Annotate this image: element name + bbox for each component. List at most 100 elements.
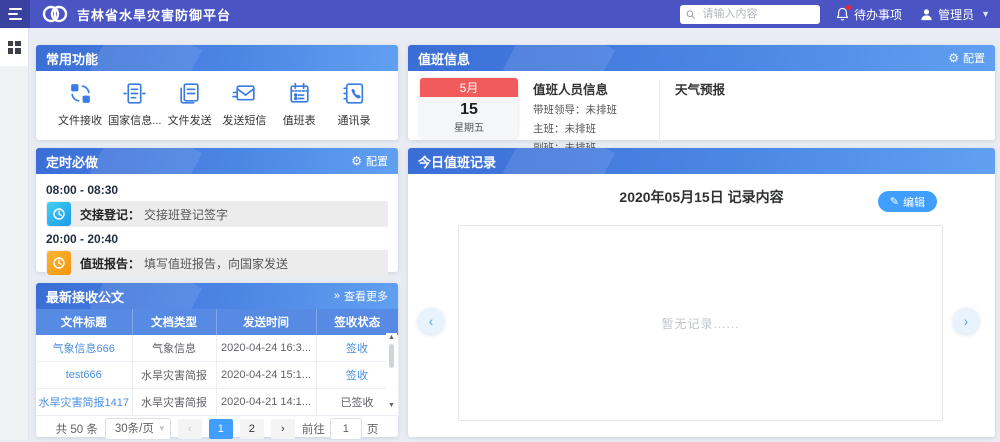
panel-title: 常用功能 (46, 49, 98, 68)
scheduled-tasks-panel: 定时必做 ⚙ 配置 08:00 - 08:30 交接登记： 交接班登记签字 20… (36, 148, 398, 272)
file-receive-icon (67, 80, 94, 107)
func-label: 值班表 (283, 112, 316, 128)
table-row: 气象信息666 气象信息 2020-04-24 16:3... 签收 (36, 335, 398, 362)
doc-time-cell: 2020-04-21 14:1... (216, 389, 316, 416)
doc-time-cell: 2020-04-24 16:3... (216, 335, 316, 362)
today-record-header: 今日值班记录 (408, 148, 995, 174)
func-send-sms[interactable]: 发送短信 (218, 80, 270, 128)
func-label: 通讯录 (337, 112, 370, 128)
func-national-info[interactable]: 国家信息... (109, 80, 161, 128)
doc-title-link[interactable]: 气象信息666 (53, 343, 115, 355)
user-icon (920, 8, 933, 21)
pagination-bar: 共 50 条 30条/页 ▼ ‹ 1 2 › 前往 页 (36, 416, 398, 442)
task-item-report[interactable]: 值班报告： 填写值班报告，向国家发送 (46, 250, 388, 276)
prev-page-button[interactable]: ‹ (178, 419, 202, 439)
duty-date-card: 5月 15 星期五 (420, 78, 518, 138)
top-navigation-bar: 吉林省水旱灾害防御平台 待办事项 管理员 ▼ (0, 0, 1000, 28)
empty-record-text: 暂无记录...... (661, 315, 739, 332)
report-clock-icon (47, 251, 71, 275)
user-menu[interactable]: 管理员 ▼ (920, 6, 990, 23)
duty-config-button[interactable]: ⚙ 配置 (948, 50, 985, 66)
documents-table: 文件标题 文档类型 发送时间 签收状态 气象信息666 气象信息 2020-04… (36, 309, 399, 416)
calendar-month: 5月 (420, 78, 518, 97)
personnel-line: 主班：未排班 (533, 121, 651, 136)
pencil-icon: ✎ (890, 195, 899, 208)
scheduled-tasks-header: 定时必做 ⚙ 配置 (36, 148, 398, 174)
table-scrollbar[interactable]: ▲ ▼ (386, 333, 397, 411)
goto-label: 前往 (302, 421, 325, 437)
vertical-divider (659, 80, 660, 151)
prev-day-button[interactable]: ‹ (418, 308, 444, 334)
record-content-box: 暂无记录...... (458, 225, 943, 421)
notification-dot (846, 5, 851, 10)
next-page-button[interactable]: › (271, 419, 295, 439)
page-button-2[interactable]: 2 (240, 419, 264, 439)
send-sms-icon (231, 80, 258, 107)
edit-record-button[interactable]: ✎ 编辑 (878, 191, 937, 212)
global-search[interactable] (680, 5, 820, 24)
col-file-title: 文件标题 (36, 309, 132, 335)
personnel-line: 带班领导：未排班 (533, 102, 651, 117)
file-send-icon (176, 80, 203, 107)
weather-title: 天气预报 (675, 79, 725, 98)
scroll-up-icon[interactable]: ▲ (388, 333, 395, 343)
duty-info-header: 值班信息 ⚙ 配置 (408, 45, 995, 71)
doc-title-link[interactable]: test666 (66, 369, 102, 381)
tasks-config-button[interactable]: ⚙ 配置 (351, 153, 388, 169)
sign-action-link[interactable]: 签收 (346, 343, 368, 355)
doc-type-cell: 水旱灾害简报 (132, 362, 216, 389)
personnel-title: 值班人员信息 (533, 79, 651, 98)
chevron-down-icon: ▼ (981, 9, 990, 19)
func-file-receive[interactable]: 文件接收 (54, 80, 106, 128)
double-chevron-icon: » (334, 290, 340, 302)
page-button-1[interactable]: 1 (209, 419, 233, 439)
left-sidebar (0, 28, 29, 440)
view-more-link[interactable]: » 查看更多 (334, 288, 388, 304)
common-functions-panel: 常用功能 文件接收 国家信息... 文 (36, 45, 398, 140)
func-contacts[interactable]: 通讯录 (328, 80, 380, 128)
contacts-icon (340, 80, 367, 107)
col-doc-type: 文档类型 (132, 309, 216, 335)
gear-icon: ⚙ (351, 155, 362, 167)
doc-title-link[interactable]: 水旱灾害简报1417 (39, 397, 129, 409)
duty-schedule-icon (286, 80, 313, 107)
scrollbar-thumb[interactable] (389, 344, 394, 368)
panel-title: 值班信息 (418, 49, 470, 68)
latest-documents-header: 最新接收公文 » 查看更多 (36, 283, 398, 309)
search-input[interactable] (700, 7, 814, 21)
table-row: test666 水旱灾害简报 2020-04-24 15:1... 签收 (36, 362, 398, 389)
doc-time-cell: 2020-04-24 15:1... (216, 362, 316, 389)
func-label: 发送短信 (222, 112, 266, 128)
page-size-select[interactable]: 30条/页 ▼ (105, 418, 171, 440)
func-label: 文件发送 (168, 112, 212, 128)
todo-items-label: 待办事项 (854, 6, 902, 23)
page-unit-label: 页 (367, 421, 379, 437)
func-duty-schedule[interactable]: 值班表 (273, 80, 325, 128)
panel-title: 定时必做 (46, 152, 98, 171)
table-header-row: 文件标题 文档类型 发送时间 签收状态 (36, 309, 398, 335)
sidebar-dashboard-item[interactable] (0, 28, 28, 66)
task-name: 交接登记： (80, 206, 140, 223)
task-time: 08:00 - 08:30 (46, 183, 388, 197)
col-sign-status: 签收状态 (316, 309, 398, 335)
total-count-label: 共 50 条 (56, 421, 98, 437)
goto-page-input[interactable] (330, 418, 362, 440)
search-icon (686, 9, 695, 20)
handover-clock-icon (47, 202, 71, 226)
menu-toggle-icon[interactable] (0, 0, 30, 28)
table-row: 水旱灾害简报1417 水旱灾害简报 2020-04-21 14:1... 已签收 (36, 389, 398, 416)
today-record-panel: 今日值班记录 2020年05月15日 记录内容 ✎ 编辑 暂无记录...... … (408, 148, 995, 437)
col-send-time: 发送时间 (216, 309, 316, 335)
scroll-down-icon[interactable]: ▼ (388, 401, 395, 411)
todo-items-button[interactable]: 待办事项 (836, 6, 902, 23)
next-day-button[interactable]: › (953, 308, 979, 334)
sign-action-link[interactable]: 签收 (346, 370, 368, 382)
calendar-weekday: 星期五 (454, 119, 484, 134)
task-item-handover[interactable]: 交接登记： 交接班登记签字 (46, 201, 388, 227)
app-title: 吉林省水旱灾害防御平台 (77, 5, 231, 24)
task-time: 20:00 - 20:40 (46, 232, 388, 246)
national-info-icon (121, 80, 148, 107)
doc-type-cell: 水旱灾害简报 (132, 389, 216, 416)
func-file-send[interactable]: 文件发送 (164, 80, 216, 128)
duty-info-panel: 值班信息 ⚙ 配置 5月 15 星期五 值班人员信息 带班领导：未排班 主班：未… (408, 45, 995, 140)
